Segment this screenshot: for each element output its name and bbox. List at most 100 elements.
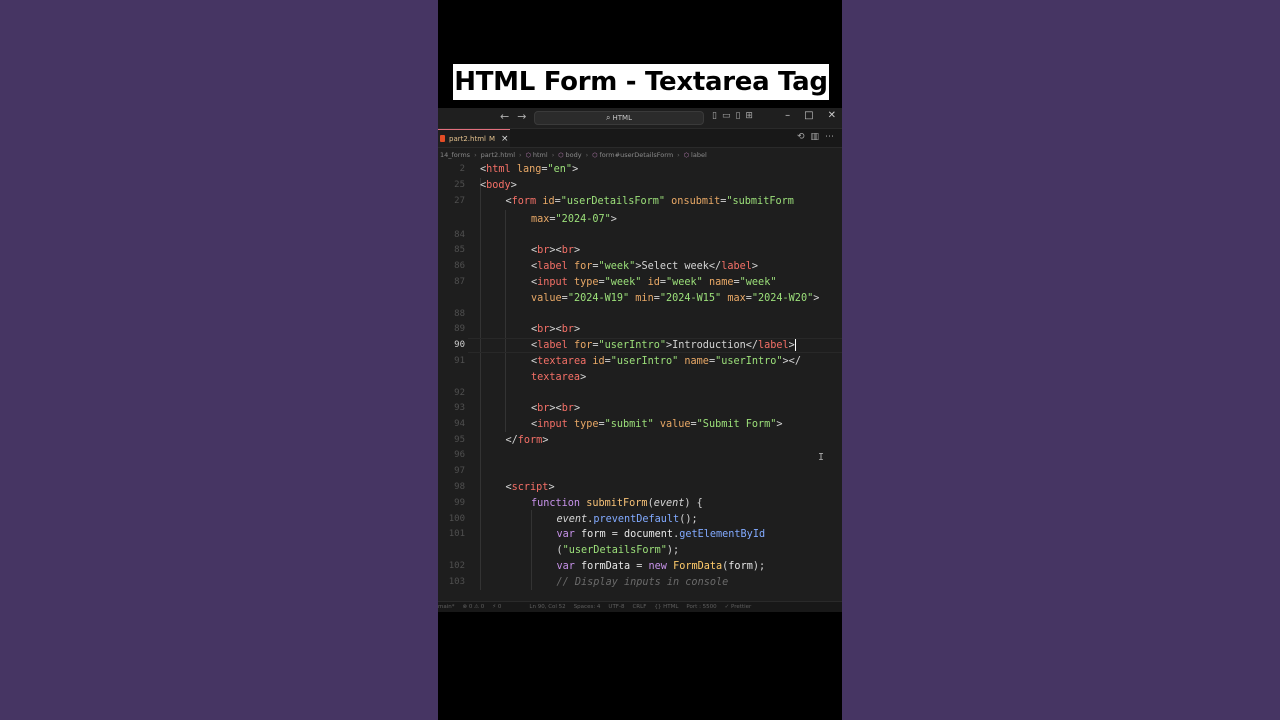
code-line[interactable]: 94 <input type="submit" value="Submit For… [438,417,842,432]
code-line[interactable]: 101 var form = document.getElementById [438,527,842,542]
close-tab-icon[interactable]: × [501,134,509,144]
code-line[interactable]: 91 <textarea id="userIntro" name="userInt… [438,354,842,369]
customize-layout-icon[interactable]: ⊞ [745,111,758,121]
split-editor-icon[interactable]: ▥ [810,132,825,142]
search-icon: ⌕ [606,113,611,122]
code-line[interactable]: 85 <br><br> [438,243,842,258]
code-text: <script> [506,480,555,495]
toggle-secondary-sidebar-icon[interactable]: ▯ [735,111,745,121]
code-line[interactable]: 90 <label for="userIntro">Introduction</l… [438,338,842,353]
code-line[interactable]: 103 // Display inputs in console [438,575,842,590]
code-line[interactable]: 98 <script> [438,480,842,495]
status-item[interactable]: ⚡ 0 [492,604,501,610]
status-item[interactable]: Port : 5500 [686,604,716,610]
code-text: function submitForm(event) { [531,496,703,511]
code-line[interactable]: 102 var formData = new FormData(form); [438,559,842,574]
breadcrumb-item[interactable]: 14_forms [440,151,470,159]
status-item[interactable]: ⊗ 0 ⚠ 0 [463,604,485,610]
line-number: 96 [454,450,465,460]
code-text: <input type="week" id="week" name="week" [531,275,776,290]
code-token: form [517,435,543,446]
code-token: id [542,196,555,207]
code-text: <br><br> [531,322,580,337]
forward-arrow-icon[interactable]: → [517,110,526,123]
code-line[interactable]: 93 <br><br> [438,401,842,416]
line-number: 99 [454,498,465,508]
code-text: <label for="userIntro">Introduction</lab… [531,338,796,353]
code-token: max [531,214,550,225]
status-item[interactable]: UTF-8 [608,604,624,610]
toggle-sidebar-icon[interactable]: ▯ [712,111,722,121]
code-line[interactable]: 92 [438,386,842,401]
code-token: name [708,277,734,288]
code-line[interactable]: 89 <br><br> [438,322,842,337]
status-item[interactable]: {} HTML [654,604,678,610]
line-number: 84 [454,230,465,240]
code-token: event [556,514,588,525]
code-token: input [537,277,568,288]
code-line[interactable]: 95 </form> [438,433,842,448]
video-frame: HTML Form - Textarea Tag ← → ⌕ HTML ▯▭▯⊞ … [438,0,842,720]
code-line[interactable]: 96 [438,448,842,463]
code-line[interactable]: 84 [438,228,842,243]
element-icon: ⬡ [525,151,531,159]
tab-part2-html[interactable]: part2.html M × [438,129,510,147]
breadcrumb-sep: › [519,151,522,159]
breadcrumb-item[interactable]: html [533,151,548,159]
code-token: </ [505,435,518,446]
code-line[interactable]: 87 <input type="week" id="week" name="wee… [438,275,842,290]
code-token: "userIntro" [610,356,679,367]
code-line[interactable]: 99 function submitForm(event) { [438,496,842,511]
status-item[interactable]: ✓ Prettier [725,604,752,610]
close-window-icon[interactable]: ✕ [828,110,836,121]
code-area[interactable]: I 2 <html lang="en"> 25 <body> 27 <form id="u… [438,162,842,590]
code-token: br [561,403,574,414]
code-token: script [511,482,549,493]
code-token: label [721,261,752,272]
code-line[interactable]: value="2024-W19" min="2024-W15" max="202… [438,291,842,306]
minimize-icon[interactable]: – [785,110,790,121]
maximize-icon[interactable]: □ [804,110,813,121]
code-line[interactable]: 27 <form id="userDetailsForm" onsubmit="s… [438,194,842,209]
code-text: <br><br> [531,243,580,258]
status-item[interactable]: Ln 90, Col 52 [529,604,565,610]
code-line[interactable]: 2 <html lang="en"> [438,162,842,177]
code-token: = [605,529,624,540]
line-number: 27 [454,196,465,206]
breadcrumb-item[interactable]: body [566,151,582,159]
compare-icon[interactable]: ⟲ [797,132,811,142]
code-line[interactable]: 86 <label for="week">Select week</label> [438,259,842,274]
more-actions-icon[interactable]: ⋯ [825,132,840,142]
code-line[interactable]: max="2024-07"> [438,212,842,227]
title-banner: HTML Form - Textarea Tag [451,62,831,102]
line-number: 91 [454,356,465,366]
layout-controls: ▯▭▯⊞ [712,111,758,121]
code-token: ); [752,561,766,572]
status-item[interactable]: Spaces: 4 [574,604,601,610]
code-token: var [556,529,575,540]
code-token: type [573,277,599,288]
breadcrumb-item[interactable]: form#userDetailsForm [599,151,673,159]
breadcrumb-sep: › [585,151,589,159]
back-arrow-icon[interactable]: ← [500,110,509,123]
code-token: > [548,482,555,493]
breadcrumb-item[interactable]: part2.html [481,151,515,159]
element-icon: ⬡ [683,151,690,159]
status-item[interactable]: CRLF [632,604,646,610]
code-line[interactable]: 97 [438,464,842,479]
code-line[interactable]: 25 <body> [438,178,842,193]
code-line[interactable]: ("userDetailsForm"); [438,543,842,558]
modified-badge: M [488,134,496,143]
code-line[interactable]: 100 event.preventDefault(); [438,512,842,527]
code-line[interactable]: 88 [438,307,842,322]
code-token: value [531,293,562,304]
code-token: br [561,245,574,256]
code-text: <br><br> [531,401,580,416]
code-line[interactable]: textarea> [438,370,842,385]
command-center-search[interactable]: ⌕ HTML [534,111,704,125]
code-token: formData [581,561,631,572]
toggle-panel-icon[interactable]: ▭ [722,111,736,121]
status-item[interactable]: main* [438,604,455,610]
code-token: </ [708,261,722,272]
breadcrumb-item[interactable]: label [691,151,707,159]
